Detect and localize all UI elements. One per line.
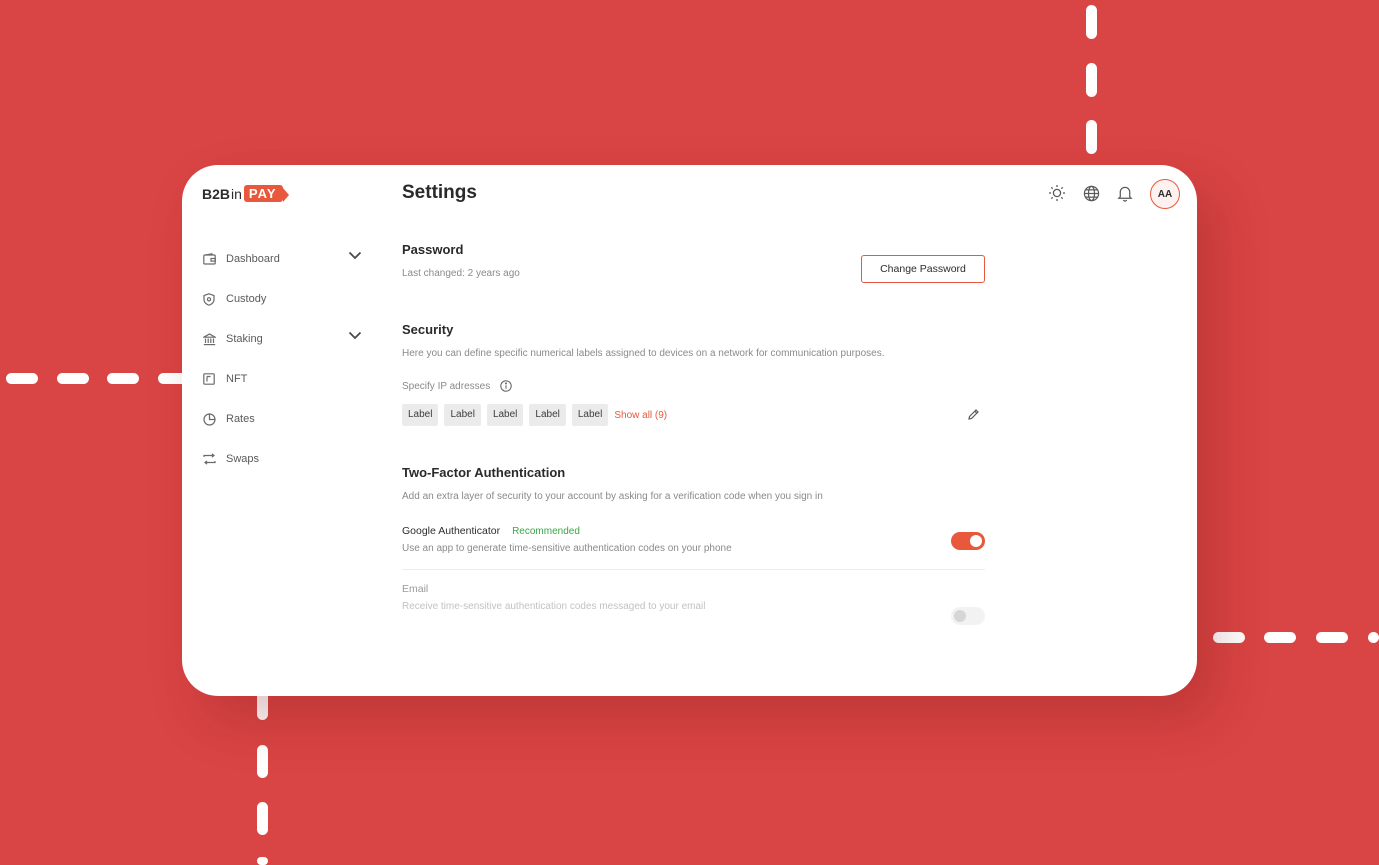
brand-logo[interactable]: B2B in PAY [202, 185, 289, 202]
google-authenticator-toggle[interactable] [951, 532, 985, 550]
logo-in: in [231, 185, 242, 202]
chevron-down-icon[interactable] [348, 331, 362, 343]
divider [402, 569, 985, 570]
nft-icon [202, 372, 216, 386]
ip-addresses-label: Specify IP adresses [402, 380, 491, 392]
show-all-link[interactable]: Show all (9) [614, 410, 667, 421]
user-avatar[interactable]: AA [1150, 179, 1180, 209]
sidebar-item-custody[interactable]: Custody [202, 287, 362, 311]
recommended-badge: Recommended [512, 525, 580, 537]
ip-label-chips: Label Label Label Label Label Show all (… [402, 404, 667, 426]
google-authenticator-name: Google Authenticator [402, 525, 501, 537]
logo-b2b: B2B [202, 185, 231, 202]
sidebar-item-rates[interactable]: Rates [202, 407, 362, 431]
ip-label-chip[interactable]: Label [571, 404, 609, 426]
logo-pay: PAY [243, 185, 289, 202]
bell-icon[interactable] [1114, 182, 1136, 204]
twofa-description: Add an extra layer of security to your a… [402, 491, 823, 502]
sidebar-item-label: Staking [226, 333, 263, 345]
password-last-changed: Last changed: 2 years ago [402, 268, 520, 279]
google-authenticator-description: Use an app to generate time-sensitive au… [402, 543, 732, 554]
sidebar-item-label: Rates [226, 413, 255, 425]
twofa-section-title: Two-Factor Authentication [402, 465, 566, 480]
security-section-title: Security [402, 322, 454, 337]
settings-window: B2B in PAY Settings AA Dashboard Custody… [182, 165, 1197, 696]
sidebar-item-label: Dashboard [226, 253, 280, 265]
change-password-button[interactable]: Change Password [861, 255, 985, 283]
ip-addresses-label-row: Specify IP adresses [402, 380, 512, 392]
bank-icon [202, 332, 216, 346]
ip-label-chip[interactable]: Label [486, 404, 524, 426]
wallet-icon [202, 252, 216, 266]
ip-label-chip[interactable]: Label [529, 404, 566, 426]
password-section-title: Password [402, 242, 464, 257]
google-authenticator-row: Google Authenticator Recommended Use an … [402, 525, 732, 554]
sidebar-item-nft[interactable]: NFT [202, 367, 362, 391]
email-toggle[interactable] [951, 607, 985, 625]
sidebar-item-label: Custody [226, 293, 267, 305]
email-row: Email Receive time-sensitive authenticat… [402, 583, 706, 612]
email-method-description: Receive time-sensitive authentication co… [402, 601, 706, 612]
edit-pencil-icon[interactable] [967, 408, 980, 426]
page-title: Settings [402, 182, 477, 203]
security-description: Here you can define specific numerical l… [402, 348, 885, 359]
globe-icon[interactable] [1080, 182, 1102, 204]
email-method-name: Email [402, 583, 429, 595]
sidebar-item-staking[interactable]: Staking [202, 327, 362, 351]
sidebar-item-label: Swaps [226, 453, 260, 465]
ip-label-chip[interactable]: Label [444, 404, 481, 426]
shield-icon [202, 292, 216, 306]
pie-chart-icon [202, 412, 216, 426]
sidebar-item-swaps[interactable]: Swaps [202, 447, 362, 471]
sidebar-item-label: NFT [226, 373, 248, 385]
toggle-knob [954, 610, 966, 622]
info-icon[interactable] [500, 380, 512, 392]
toggle-knob [970, 535, 982, 547]
sidebar-item-dashboard[interactable]: Dashboard [202, 247, 362, 271]
sun-icon[interactable] [1046, 182, 1068, 204]
ip-label-chip[interactable]: Label [402, 404, 439, 426]
swap-icon [202, 452, 216, 466]
chevron-down-icon[interactable] [348, 251, 362, 263]
